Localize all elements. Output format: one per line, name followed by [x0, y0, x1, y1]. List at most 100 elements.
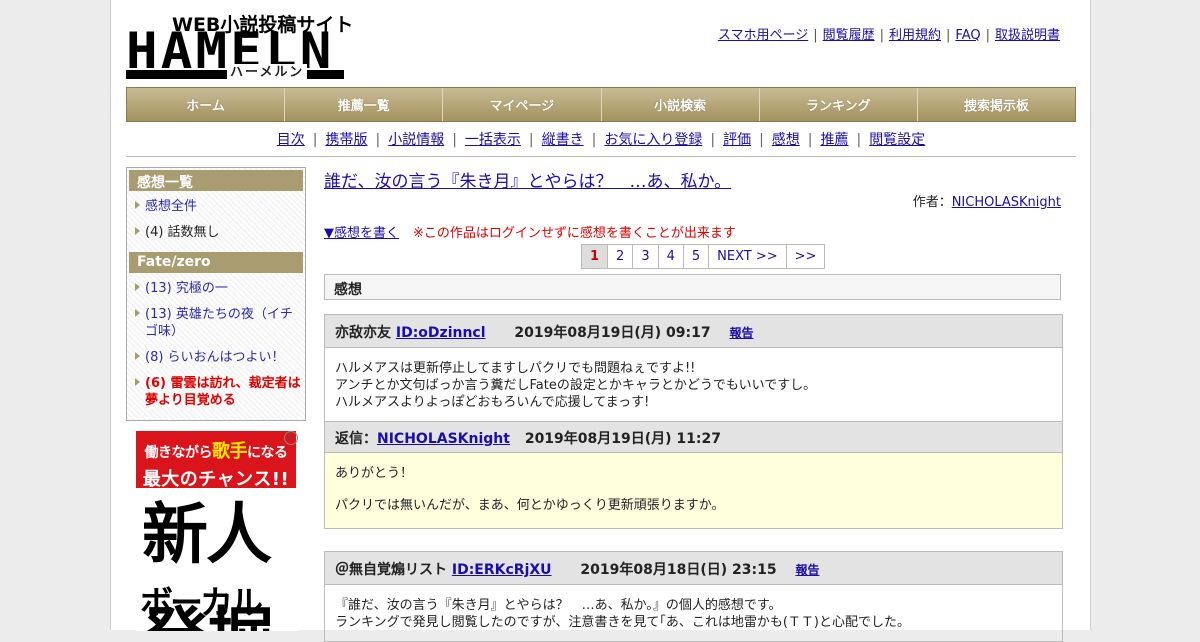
ad-text: 働きながら — [144, 445, 213, 461]
divider — [126, 156, 1076, 157]
review-card: ＠無自覚煽リスト ID:ERKcRjXU 2019年08月18日(日) 23:1… — [324, 551, 1063, 642]
page-link[interactable]: 5 — [684, 245, 710, 268]
page-link[interactable]: 3 — [633, 245, 659, 268]
reply-author-link[interactable]: NICHOLASKnight — [377, 431, 510, 447]
ad-text: になる — [247, 445, 288, 461]
subnav-vertical[interactable]: 縦書き — [542, 132, 584, 148]
separator: | — [312, 132, 318, 148]
reviewer-id-link[interactable]: ID:oDzinncl — [396, 325, 486, 341]
arrow-icon — [135, 378, 140, 386]
separator: | — [856, 132, 862, 148]
sidebar-list-reviews: 感想全件 (4) 話数無し — [129, 191, 303, 252]
author-label: 作者： — [912, 195, 952, 210]
sidebar-item-label: (13) 英雄たちの夜（イチゴ味） — [145, 307, 293, 339]
write-review-row: ▼感想を書く ※この作品はログインせずに感想を書くことが出来ます — [324, 222, 736, 241]
separator: | — [375, 132, 381, 148]
report-link[interactable]: 報告 — [795, 563, 819, 577]
separator: | — [759, 132, 764, 148]
subnav-mobile[interactable]: 携帯版 — [325, 132, 367, 148]
review-header: ＠無自覚煽リスト ID:ERKcRjXU 2019年08月18日(日) 23:1… — [325, 552, 1062, 584]
sidebar-item-chapter[interactable]: (13) 英雄たちの夜（イチゴ味） — [135, 306, 303, 340]
separator: | — [591, 132, 597, 148]
subnav-show-all[interactable]: 一括表示 — [465, 132, 521, 148]
author-link[interactable]: NICHOLASKnight — [952, 195, 1061, 210]
ad-headline: 新人 — [142, 496, 272, 573]
write-review-link[interactable]: ▼感想を書く — [324, 226, 399, 241]
review-line: アンチとか文句ばっか言う糞だしFateの設定とかキャラとかどうでもいいですし。 — [335, 378, 817, 393]
subnav-toc[interactable]: 目次 — [277, 132, 305, 148]
reviewer-name: ＠無自覚煽リスト — [335, 562, 447, 578]
top-link-faq[interactable]: FAQ — [955, 28, 980, 43]
separator: | — [807, 132, 813, 148]
top-link-terms[interactable]: 利用規約 — [889, 28, 941, 43]
nav-search-board[interactable]: 捜索掲示板 — [917, 88, 1076, 121]
subnav-reviews[interactable]: 感想 — [772, 132, 800, 148]
top-link-manual[interactable]: 取扱説明書 — [995, 28, 1060, 43]
page-last[interactable]: >> — [787, 245, 825, 268]
page-link[interactable]: 2 — [608, 245, 634, 268]
author-line: 作者：NICHOLASKnight — [913, 191, 1061, 210]
arrow-icon — [135, 227, 140, 235]
review-body: ハルメアスは更新停止してますしパクリでも問題ねぇですよ!! アンチとか文句ばっか… — [325, 347, 1062, 421]
nav-home[interactable]: ホーム — [127, 88, 286, 121]
review-line: ランキングで発見し閲覧したのですが、注意書きを見て｢あ、これは地雷かも(ＴＴ)と… — [335, 615, 910, 630]
reply-label: 返信： — [335, 431, 377, 447]
sidebar-item-chapter-current[interactable]: (6) 雷雲は訪れ、裁定者は夢より目覚める — [135, 375, 303, 409]
sidebar-list-chapters: (13) 究極の一 (13) 英雄たちの夜（イチゴ味） (8) らいおんはつよい… — [129, 273, 303, 420]
subnav-novel-info[interactable]: 小説情報 — [388, 132, 444, 148]
nav-recommendations[interactable]: 推薦一覧 — [285, 88, 444, 121]
arrow-icon — [135, 283, 140, 291]
page-next[interactable]: NEXT >> — [709, 245, 787, 268]
reply-date: 2019年08月19日(月) 11:27 — [524, 431, 721, 447]
ad-headline-cut: 発掘 — [142, 606, 274, 632]
sidebar-item-label: 感想全件 — [145, 199, 198, 214]
separator: | — [452, 132, 457, 148]
main-nav: ホーム 推薦一覧 マイページ 小説検索 ランキング 捜索掲示板 — [126, 87, 1076, 122]
nav-novel-search[interactable]: 小説検索 — [601, 88, 760, 121]
page-current: 1 — [582, 245, 609, 268]
review-line: 『誰だ、汝の言う『朱き月』とやらは？ …あ、私か。』の個人的感想です。 — [335, 598, 782, 613]
sidebar-item-chapter[interactable]: (8) らいおんはつよい！ — [135, 349, 303, 366]
review-body: 『誰だ、汝の言う『朱き月』とやらは？ …あ、私か。』の個人的感想です。 ランキン… — [325, 584, 1062, 641]
sidebar-item-label: (8) らいおんはつよい！ — [145, 350, 285, 365]
separator: | — [879, 28, 884, 43]
review-date: 2019年08月19日(月) 09:17 — [514, 325, 711, 341]
review-card: 亦敌亦友 ID:oDzinncl 2019年08月19日(月) 09:17 報告… — [324, 314, 1063, 529]
report-link[interactable]: 報告 — [729, 326, 753, 340]
sidebar-heading-fate-zero: Fate/zero — [129, 252, 303, 273]
subnav-recommend[interactable]: 推薦 — [821, 132, 849, 148]
top-link-smartphone[interactable]: スマホ用ページ — [718, 28, 808, 43]
separator: | — [710, 132, 716, 148]
sub-nav: 目次 | 携帯版 | 小説情報 | 一括表示 | 縦書き | お気に入り登録 | 評価 | 感想 | 推薦 | 閲覧… — [126, 129, 1076, 149]
ad-text-highlight: 歌手 — [212, 441, 248, 462]
page-link[interactable]: 4 — [659, 245, 684, 268]
sidebar: 感想一覧 感想全件 (4) 話数無し Fate/zero (13) 究極の一 (… — [126, 167, 306, 421]
nav-ranking[interactable]: ランキング — [759, 88, 918, 121]
login-note: ※この作品はログインせずに感想を書くことが出来ます — [413, 226, 736, 241]
reviewer-id-link[interactable]: ID:ERKcRjXU — [452, 562, 552, 578]
novel-title-link[interactable]: 誰だ、汝の言う『朱き月』とやらは？ …あ、私か。 — [324, 172, 731, 192]
subnav-rating[interactable]: 評価 — [723, 132, 751, 148]
reply-line: ありがとう！ — [335, 466, 414, 481]
sidebar-item-all-reviews[interactable]: 感想全件 — [135, 198, 303, 215]
page-container: WEB小説投稿サイト HAMELN ハーメルン スマホ用ページ | 閲覧履歴 | 利用規… — [110, 0, 1091, 642]
subnav-favorite[interactable]: お気に入り登録 — [604, 132, 702, 148]
advertisement[interactable]: 働きながら歌手になる 最大のチャンス!! i 新人 ボーカル 発掘 — [136, 431, 298, 631]
arrow-icon — [135, 201, 140, 209]
novel-title: 誰だ、汝の言う『朱き月』とやらは？ …あ、私か。 — [324, 167, 731, 192]
top-links: スマホ用ページ | 閲覧履歴 | 利用規約 | FAQ | 取扱説明書 — [718, 24, 1060, 43]
sidebar-item-chapter[interactable]: (13) 究極の一 — [135, 280, 303, 297]
review-date: 2019年08月18日(日) 23:15 — [580, 562, 777, 578]
logo-kana: ハーメルン — [227, 64, 308, 82]
subnav-view-settings[interactable]: 閲覧設定 — [869, 132, 925, 148]
separator: | — [946, 28, 951, 43]
ad-banner: 働きながら歌手になる 最大のチャンス!! — [136, 431, 296, 490]
arrow-icon — [135, 309, 140, 317]
ad-info-icon[interactable]: i — [284, 431, 298, 445]
reviews-section-heading: 感想 — [324, 274, 1061, 300]
site-logo[interactable]: WEB小説投稿サイト HAMELN ハーメルン — [126, 8, 353, 82]
top-link-history[interactable]: 閲覧履歴 — [823, 28, 875, 43]
review-line: ハルメアスは更新停止してますしパクリでも問題ねぇですよ!! — [335, 361, 696, 376]
nav-mypage[interactable]: マイページ — [443, 88, 602, 121]
separator: | — [528, 132, 534, 148]
